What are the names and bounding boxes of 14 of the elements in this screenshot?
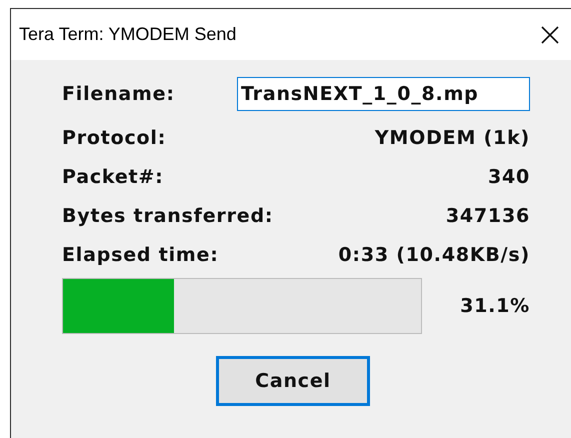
field-value: 340 bbox=[488, 166, 530, 188]
field-value: YMODEM (1k) bbox=[374, 126, 530, 148]
field-label: Protocol: bbox=[62, 126, 166, 148]
progress-percent: 31.1% bbox=[460, 295, 530, 317]
close-icon[interactable] bbox=[541, 26, 559, 44]
field-label: Packet#: bbox=[62, 166, 164, 188]
field-value: 347136 bbox=[446, 204, 530, 226]
field-label: Elapsed time: bbox=[62, 244, 219, 266]
filename-field[interactable]: TransNEXT_1_0_8.mp bbox=[237, 77, 530, 111]
field-label: Bytes transferred: bbox=[62, 204, 274, 226]
field-value: 0:33 (10.48KB/s) bbox=[338, 244, 530, 266]
window-title: Tera Term: YMODEM Send bbox=[19, 24, 236, 45]
cancel-button[interactable]: Cancel bbox=[216, 356, 370, 406]
field-label: Filename: bbox=[62, 83, 175, 105]
